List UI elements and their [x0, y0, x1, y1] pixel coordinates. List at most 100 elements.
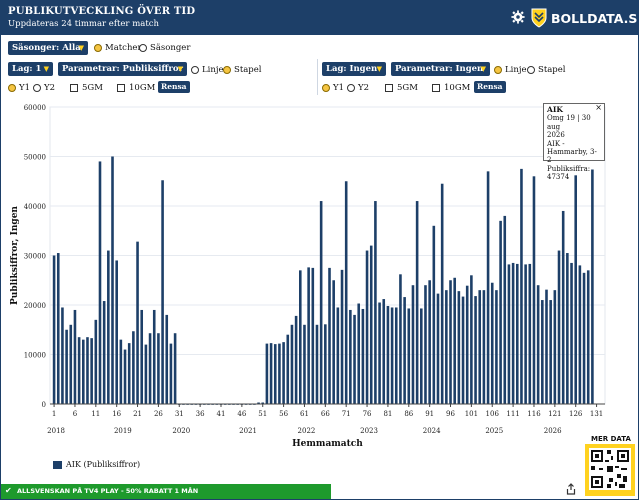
bar [290, 324, 294, 404]
bar [457, 291, 461, 404]
bar [536, 285, 540, 404]
tooltip-line: 47374 [547, 173, 570, 182]
x-tick-label: 111 [506, 410, 519, 418]
bar [152, 309, 156, 404]
bar [495, 290, 498, 404]
bar [528, 263, 532, 404]
bar [269, 343, 273, 404]
bar [453, 277, 456, 404]
year-label: 2026 [544, 427, 562, 435]
bar [490, 282, 494, 404]
bar [532, 176, 536, 404]
y-tick-label: 60000 [24, 104, 46, 112]
bar [307, 267, 310, 404]
bar [474, 296, 477, 404]
close-icon[interactable]: × [595, 103, 602, 112]
bar [273, 344, 277, 404]
bar [311, 267, 315, 405]
x-tick-label: 31 [175, 410, 184, 418]
bar [386, 305, 390, 404]
bar [578, 265, 582, 404]
bar [574, 175, 577, 404]
x-tick-label: 66 [321, 410, 330, 418]
promo-text: ALLSVENSKAN PÅ TV4 PLAY - 50% RABATT 1 M… [17, 487, 199, 495]
bar [420, 308, 423, 404]
year-label: 2020 [172, 427, 190, 435]
chart-legend[interactable]: AIK (Publiksiffror) [53, 460, 140, 469]
bar [303, 324, 306, 404]
bar [557, 250, 561, 404]
bar [378, 302, 381, 404]
bar [265, 343, 269, 404]
bar [332, 280, 335, 404]
bar [382, 299, 386, 404]
x-tick-label: 126 [569, 410, 583, 418]
bar [77, 337, 81, 404]
bar [549, 300, 552, 404]
bar [340, 269, 344, 404]
bar [94, 319, 98, 404]
bar [570, 262, 573, 404]
bar [582, 272, 586, 404]
x-tick-label: 46 [237, 410, 246, 418]
bar [136, 241, 139, 404]
bar [294, 315, 298, 404]
bar [324, 324, 327, 404]
x-axis-title: Hemmamatch [292, 439, 363, 449]
bar [591, 169, 594, 404]
bar [319, 201, 323, 404]
bar [119, 339, 123, 404]
x-tick-label: 81 [383, 410, 392, 418]
bar [140, 309, 144, 404]
x-tick-label: 61 [300, 410, 309, 418]
x-tick-label: 56 [279, 410, 288, 418]
bar [432, 225, 436, 404]
bar [470, 275, 473, 404]
x-tick-label: 36 [196, 410, 205, 418]
bar [353, 314, 356, 404]
attendance-chart: 01000020000300004000050000600001 6 11 16 21 2… [10, 104, 606, 449]
x-tick-label: 1 [52, 410, 56, 418]
bar [511, 262, 515, 404]
bar [73, 309, 77, 404]
bar [98, 161, 102, 404]
bar [445, 290, 448, 404]
bar [561, 210, 565, 404]
bar [349, 309, 352, 404]
bar [161, 180, 164, 404]
bar [424, 285, 427, 404]
tooltip-line: Publiksiffra: [547, 164, 591, 173]
bar [403, 297, 406, 404]
bar [586, 270, 590, 404]
promo-banner[interactable]: ✔ ALLSVENSKAN PÅ TV4 PLAY - 50% RABATT 1… [1, 484, 331, 499]
x-tick-label: 86 [404, 410, 413, 418]
bar [407, 308, 411, 404]
chart-tooltip: × AIK Omg 19 | 30 aug 2026 AIK - Hammarb… [543, 103, 605, 181]
bar [144, 344, 148, 404]
x-tick-label: 121 [548, 410, 561, 418]
bar [520, 168, 523, 405]
x-tick-label: 131 [590, 410, 603, 418]
y-tick-label: 30000 [24, 253, 46, 261]
qr-code-icon[interactable] [585, 444, 635, 496]
x-tick-label: 26 [154, 410, 163, 418]
y-tick-label: 40000 [24, 203, 46, 211]
bar [132, 331, 135, 404]
bar [524, 264, 527, 404]
y-tick-label: 20000 [24, 302, 46, 310]
bar [553, 290, 557, 404]
bar [374, 201, 377, 404]
bar [107, 250, 110, 404]
year-label: 2023 [360, 427, 378, 435]
tooltip-line: 2026 [547, 131, 565, 140]
y-tick-label: 10000 [24, 352, 46, 360]
bar [503, 215, 507, 404]
bar [507, 264, 511, 404]
x-tick-label: 21 [133, 410, 142, 418]
year-label: 2018 [47, 427, 65, 435]
bar [336, 307, 340, 404]
tooltip-line: AIK - [547, 139, 565, 148]
bar [566, 253, 569, 404]
bar [428, 280, 431, 404]
share-icon[interactable] [566, 483, 576, 495]
